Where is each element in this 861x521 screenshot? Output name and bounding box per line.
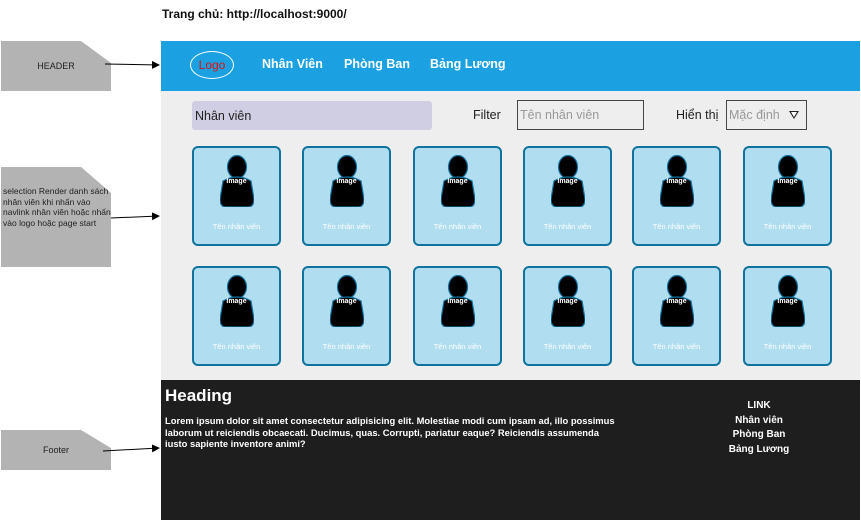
employee-card[interactable]: Image Tên nhân viên <box>192 266 281 366</box>
display-select-value: Mặc định <box>729 108 780 122</box>
section-arrow <box>110 212 160 221</box>
employee-card[interactable]: Image Tên nhân viên <box>413 146 502 246</box>
display-label: Hiển thị <box>676 108 719 122</box>
footer-links-title: LINK <box>747 400 771 411</box>
image-label: Image <box>226 298 247 305</box>
image-label: Image <box>666 298 687 305</box>
employee-name: Tên nhân viên <box>543 342 592 351</box>
employee-card[interactable]: Image Tên nhân viên <box>523 266 612 366</box>
employee-name: Tên nhân viên <box>433 222 482 231</box>
display-select[interactable]: Mặc định <box>726 100 807 130</box>
employee-name: Tên nhân viên <box>763 222 812 231</box>
employee-card[interactable]: Image Tên nhân viên <box>632 266 721 366</box>
employee-card[interactable]: Image Tên nhân viên <box>743 146 832 246</box>
image-label: Image <box>336 178 357 185</box>
footer-note: Footer <box>1 430 111 470</box>
employee-name: Tên nhân viên <box>322 222 371 231</box>
employee-name: Tên nhân viên <box>212 342 261 351</box>
employee-card[interactable]: Image Tên nhân viên <box>632 146 721 246</box>
employee-name: Tên nhân viên <box>543 222 592 231</box>
employee-card[interactable]: Image Tên nhân viên <box>743 266 832 366</box>
employee-section: Nhân viên Filter Tên nhân viên Hiển thị … <box>161 91 860 380</box>
footer-link-bang-luong[interactable]: Bảng Lương <box>709 443 809 458</box>
image-label: Image <box>336 298 357 305</box>
footer-arrow <box>102 444 160 453</box>
image-label: Image <box>777 178 798 185</box>
image-label: Image <box>666 178 687 185</box>
filter-input[interactable]: Tên nhân viên <box>517 100 644 130</box>
image-label: Image <box>226 178 247 185</box>
search-input[interactable]: Nhân viên <box>192 101 432 130</box>
nav-link-nhan-vien[interactable]: Nhân Viên <box>262 57 323 71</box>
employee-name: Tên nhân viên <box>763 342 812 351</box>
footer-link-nhan-vien[interactable]: Nhân viên <box>709 414 809 429</box>
employee-name: Tên nhân viên <box>652 222 701 231</box>
footer-links: LINK Nhân viên Phòng Ban Bảng Lương <box>709 399 809 457</box>
nav-link-bang-luong[interactable]: Bảng Lương <box>430 57 506 71</box>
header-note: HEADER <box>1 41 111 91</box>
employee-card[interactable]: Image Tên nhân viên <box>413 266 502 366</box>
employee-card[interactable]: Image Tên nhân viên <box>192 146 281 246</box>
page-title: Trang chủ: http://localhost:9000/ <box>162 7 347 21</box>
employee-card[interactable]: Image Tên nhân viên <box>523 146 612 246</box>
chevron-down-icon <box>789 111 799 119</box>
section-note: selection Render danh sách nhân viên khi… <box>1 167 111 267</box>
employee-card[interactable]: Image Tên nhân viên <box>302 266 391 366</box>
footer-heading: Heading <box>165 386 233 405</box>
employee-card[interactable]: Image Tên nhân viên <box>302 146 391 246</box>
employee-name: Tên nhân viên <box>322 342 371 351</box>
image-label: Image <box>447 178 468 185</box>
image-label: Image <box>557 178 578 185</box>
nav-link-phong-ban[interactable]: Phòng Ban <box>344 57 410 71</box>
site-header: Logo Nhân Viên Phòng Ban Bảng Lương <box>161 41 860 91</box>
logo-link[interactable]: Logo <box>190 51 234 79</box>
site-footer: Heading Lorem ipsum dolor sit amet conse… <box>161 380 860 520</box>
employee-name: Tên nhân viên <box>212 222 261 231</box>
employee-name: Tên nhân viên <box>433 342 482 351</box>
header-arrow <box>104 60 160 69</box>
image-label: Image <box>777 298 798 305</box>
footer-text: Lorem ipsum dolor sit amet consectetur a… <box>165 415 615 449</box>
image-label: Image <box>447 298 468 305</box>
image-label: Image <box>557 298 578 305</box>
filter-label: Filter <box>473 108 501 122</box>
employee-name: Tên nhân viên <box>652 342 701 351</box>
footer-link-phong-ban[interactable]: Phòng Ban <box>709 428 809 443</box>
